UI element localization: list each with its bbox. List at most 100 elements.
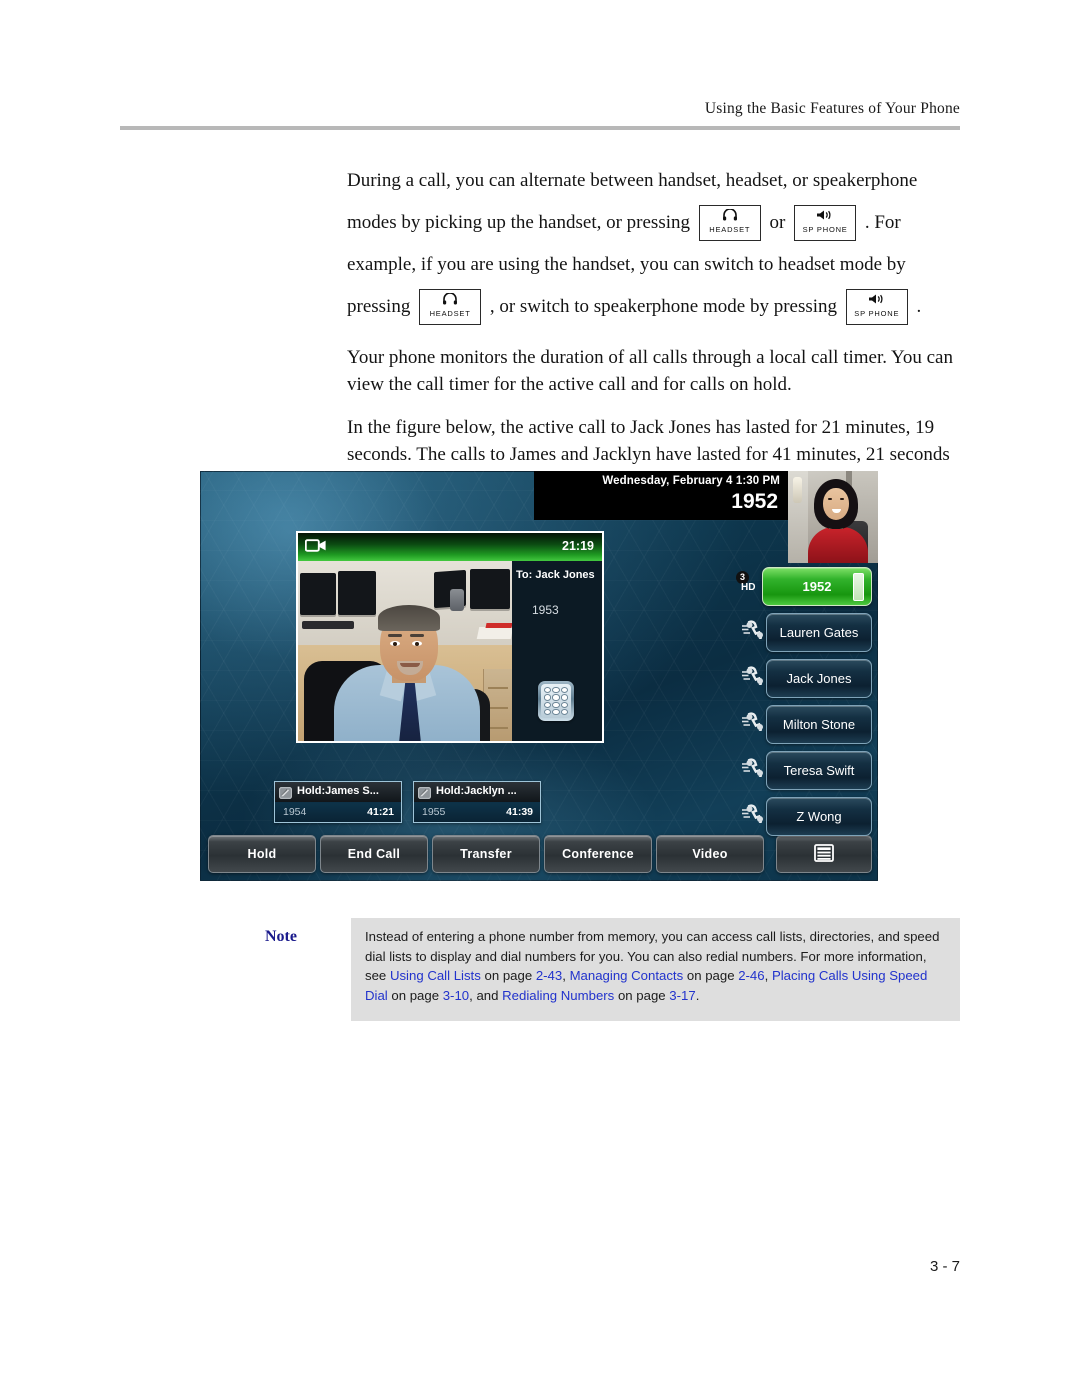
line-key-label: 1952 xyxy=(802,579,832,594)
note-cross-reference[interactable]: 2-46 xyxy=(738,968,764,983)
line-key-1952[interactable]: 1952 xyxy=(762,567,872,606)
speaker-icon xyxy=(795,209,855,223)
note-text: Instead of entering a phone number from … xyxy=(351,918,960,1005)
video-person-hair xyxy=(378,605,440,631)
headset-key-label-2: HEADSET xyxy=(429,308,471,318)
held-call-duration: 41:21 xyxy=(367,806,394,818)
active-call-duration: 21:19 xyxy=(562,539,594,553)
video-person-brow-right xyxy=(410,634,424,637)
far-end-video[interactable] xyxy=(298,561,512,741)
self-view-person-face xyxy=(823,488,849,520)
softkey-hold[interactable]: Hold xyxy=(208,835,316,873)
softkey-more-menu[interactable] xyxy=(776,835,872,873)
body-copy: During a call, you can alternate between… xyxy=(347,160,962,511)
line-key-label: Lauren Gates xyxy=(779,625,859,640)
note-text-run: , and xyxy=(469,987,503,1003)
line-key-column: 3 HD 1952 Lauren Gates Jack Jones Milton… xyxy=(736,563,874,839)
headset-key-graphic-2: HEADSET xyxy=(419,288,482,325)
note-cross-reference[interactable]: 3-17 xyxy=(669,988,695,1003)
line-key-lauren-gates[interactable]: Lauren Gates xyxy=(766,613,872,652)
line-key-z-wong[interactable]: Z Wong xyxy=(766,797,872,836)
held-call-item[interactable]: Hold:Jacklyn ... 1955 41:39 xyxy=(413,781,541,823)
held-call-title: Hold:James S... xyxy=(297,785,379,797)
status-extension: 1952 xyxy=(731,490,778,513)
self-view-person-eye-right xyxy=(840,498,844,500)
paragraph-modes-or: or xyxy=(769,212,786,233)
note-cross-reference[interactable]: Redialing Numbers xyxy=(502,988,614,1003)
note-callout: Note Instead of entering a phone number … xyxy=(253,918,960,1021)
line-key-row: Z Wong xyxy=(736,793,874,839)
video-red-folder xyxy=(485,623,512,628)
softkey-end-call[interactable]: End Call xyxy=(320,835,428,873)
active-call-header-bar: 21:19 xyxy=(298,533,602,561)
held-call-title: Hold:Jacklyn ... xyxy=(436,785,517,797)
speakerphone-key-label-2: SP PHONE xyxy=(854,308,900,318)
video-person-mouth xyxy=(400,663,420,667)
line-key-jack-jones[interactable]: Jack Jones xyxy=(766,659,872,698)
held-call-title-bar: Hold:Jacklyn ... xyxy=(414,782,540,802)
callee-name: To: Jack Jones xyxy=(516,569,595,581)
header-rule xyxy=(120,126,960,130)
headset-icon xyxy=(420,292,480,307)
video-monitor xyxy=(300,573,336,615)
active-call-details: To: Jack Jones 1953 xyxy=(512,561,602,741)
line-key-row: 3 HD 1952 xyxy=(736,563,874,609)
self-view-video[interactable] xyxy=(788,471,878,563)
headset-key-graphic-1: HEADSET xyxy=(698,204,761,241)
video-papers xyxy=(476,627,512,639)
note-text-run: on page xyxy=(480,968,536,983)
headset-icon xyxy=(700,208,760,223)
note-text-run: on page xyxy=(683,968,739,983)
paragraph-modes-text-c: , or switch to speakerphone mode by pres… xyxy=(489,296,838,317)
note-text-run: on page xyxy=(614,987,670,1003)
note-body-box: Instead of entering a phone number from … xyxy=(351,918,960,1021)
note-cross-reference[interactable]: 2-43 xyxy=(536,968,562,983)
page-number: 3 - 7 xyxy=(929,1258,960,1275)
note-cross-reference[interactable]: 3-10 xyxy=(443,988,469,1003)
softkey-conference[interactable]: Conference xyxy=(544,835,652,873)
held-call-number: 1954 xyxy=(283,806,307,818)
held-call-number: 1955 xyxy=(422,806,446,818)
held-call-duration: 41:39 xyxy=(506,806,533,818)
line-key-row: Jack Jones xyxy=(736,655,874,701)
hold-icon xyxy=(418,786,431,804)
line-key-milton-stone[interactable]: Milton Stone xyxy=(766,705,872,744)
handset-icon xyxy=(742,803,768,828)
note-text-run: , xyxy=(764,968,772,983)
handset-icon xyxy=(742,711,768,736)
note-cross-reference[interactable]: Managing Contacts xyxy=(570,968,684,983)
dialpad-icon[interactable] xyxy=(538,681,574,721)
active-call-window[interactable]: 21:19 To: Jack Jones 1953 xyxy=(296,531,604,743)
speakerphone-key-label-1: SP PHONE xyxy=(802,224,848,234)
line-key-row: Teresa Swift xyxy=(736,747,874,793)
soft-key-bar: Hold End Call Transfer Conference Video xyxy=(208,835,872,873)
video-person-pupil-right xyxy=(415,642,419,646)
held-call-item[interactable]: Hold:James S... 1954 41:21 xyxy=(274,781,402,823)
running-header: Using the Basic Features of Your Phone xyxy=(120,100,960,118)
softkey-video[interactable]: Video xyxy=(656,835,764,873)
line-key-label: Teresa Swift xyxy=(783,763,855,778)
dialpad-icon-keys xyxy=(541,684,571,718)
status-date-time: Wednesday, February 4 1:30 PM xyxy=(602,475,780,487)
callee-number: 1953 xyxy=(532,603,559,617)
phone-screen-figure: Wednesday, February 4 1:30 PM 1952 21:19 xyxy=(200,471,878,881)
video-keyboard xyxy=(302,621,354,629)
line-key-label: Z Wong xyxy=(796,809,842,824)
headset-key-label-1: HEADSET xyxy=(709,224,751,234)
note-cross-reference[interactable]: Using Call Lists xyxy=(390,968,481,983)
paragraph-call-timer: Your phone monitors the duration of all … xyxy=(347,347,953,395)
video-person-pupil-left xyxy=(393,642,397,646)
self-view-lamp xyxy=(793,477,802,503)
line-key-row: Lauren Gates xyxy=(736,609,874,655)
phone-status-bar: Wednesday, February 4 1:30 PM 1952 xyxy=(534,471,788,520)
video-person-brow-left xyxy=(388,634,402,637)
speakerphone-key-graphic-1: SP PHONE xyxy=(794,204,857,241)
speakerphone-key-graphic-2: SP PHONE xyxy=(845,288,908,325)
line-key-teresa-swift[interactable]: Teresa Swift xyxy=(766,751,872,790)
line-key-handset-slot xyxy=(853,573,864,601)
video-cup xyxy=(450,589,464,611)
handset-icon xyxy=(742,757,768,782)
note-text-run: on page xyxy=(387,987,443,1003)
video-monitor xyxy=(470,569,510,609)
softkey-transfer[interactable]: Transfer xyxy=(432,835,540,873)
